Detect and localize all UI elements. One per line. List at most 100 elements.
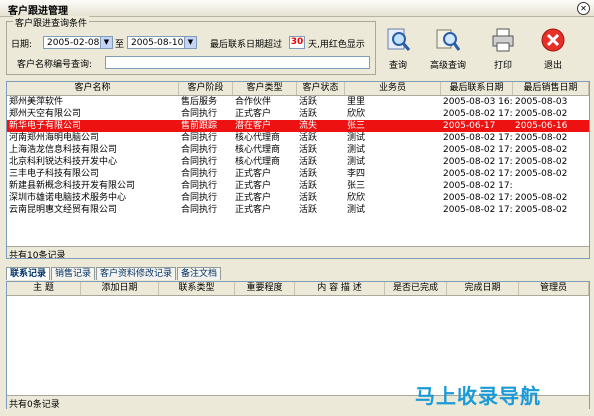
table-cell: 合同执行 [181, 133, 218, 143]
table-cell: 流失 [299, 121, 318, 131]
table-cell: 合同执行 [181, 109, 218, 119]
col-admin[interactable]: 管理员 [519, 282, 589, 295]
table-cell: 张三 [347, 181, 366, 191]
chevron-down-icon[interactable]: ▼ [100, 37, 112, 48]
advanced-search-button[interactable]: 高级查询 [426, 24, 470, 72]
table-cell: 李四 [347, 169, 366, 179]
table-cell: 合同执行 [181, 205, 218, 215]
table-cell: 2005-08-02 17:1 [443, 145, 513, 155]
table-row[interactable]: 云南昆明惠文经贸有限公司 合同执行 正式客户 活跃 测试 2005-08-02 17:1 2… [7, 204, 589, 216]
exit-icon [541, 28, 565, 52]
col-customer-name[interactable]: 客户名称 [7, 82, 179, 95]
col-salesman[interactable]: 业务员 [345, 82, 441, 95]
table-cell: 活跃 [299, 169, 318, 179]
col-stage[interactable]: 客户阶段 [179, 82, 233, 95]
table-row[interactable]: 新华电子有限公司 售前跟踪 潜在客户 流失 张三 2005-06-17 2005-06-16 [7, 120, 589, 132]
search-icon [387, 28, 411, 51]
table-row[interactable]: 三丰电子科技有限公司 合同执行 正式客户 活跃 李四 2005-08-02 17:0 200… [7, 168, 589, 180]
table-cell: 2005-08-02 17: [443, 181, 513, 191]
overdue-days-input[interactable]: 30 [289, 36, 305, 49]
table-cell: 郑州美萍软件 [9, 97, 64, 107]
table-cell: 2005-08-03 [515, 97, 568, 107]
table-cell: 2005-08-02 [515, 193, 568, 203]
tab-profile-changes[interactable]: 客户资料修改记录 [96, 267, 177, 280]
table-cell: 活跃 [299, 97, 318, 107]
table-cell: 测试 [347, 133, 366, 143]
table-row[interactable]: 深圳市雄诺电脑技术服务中心 合同执行 正式客户 活跃 欣欣 2005-08-02 17:1… [7, 192, 589, 204]
tab-contact-records[interactable]: 联系记录 [6, 267, 51, 280]
table-row[interactable]: 新建县新概念科技开发有限公司 合同执行 正式客户 活跃 张三 2005-08-02 17: [7, 180, 589, 192]
name-search-input[interactable] [105, 56, 370, 69]
table-row[interactable]: 郑州美萍软件 售后服务 合作伙伴 活跃 里里 2005-08-03 16:4 2005-08… [7, 96, 589, 108]
table-cell: 上海浩龙信息科技有限公司 [9, 145, 118, 155]
search-button[interactable]: 查询 [376, 24, 420, 72]
close-icon[interactable]: ✕ [577, 2, 590, 15]
table-cell: 活跃 [299, 205, 318, 215]
table-cell: 2005-08-02 17:1 [443, 193, 513, 203]
table-cell: 2005-08-02 [515, 205, 568, 215]
table-cell: 活跃 [299, 193, 318, 203]
print-button[interactable]: 打印 [481, 24, 525, 72]
to-label: 至 [115, 40, 125, 50]
table-cell: 正式客户 [235, 181, 272, 191]
table-cell: 活跃 [299, 133, 318, 143]
col-status[interactable]: 客户状态 [297, 82, 345, 95]
tab-sales-records[interactable]: 销售记录 [51, 267, 96, 280]
col-last-contact[interactable]: 最后联系日期 [441, 82, 513, 95]
table-cell: 合同执行 [181, 157, 218, 167]
table-cell: 郑州天空有限公司 [9, 109, 82, 119]
customer-grid-footer: 共有10条记录 [7, 246, 589, 258]
table-cell: 欣欣 [347, 193, 366, 203]
col-added-date[interactable]: 添加日期 [81, 282, 159, 295]
table-row[interactable]: 上海浩龙信息科技有限公司 合同执行 核心代理商 活跃 测试 2005-08-02 17:1… [7, 144, 589, 156]
table-row[interactable]: 北京科利锐达科技开发中心 合同执行 核心代理商 活跃 测试 2005-08-02 17:1… [7, 156, 589, 168]
tab-notes[interactable]: 备注文档 [177, 267, 222, 280]
exit-button-label: 退出 [543, 61, 562, 71]
date-from-picker[interactable]: 2005-02-08 ▼ [43, 36, 113, 49]
table-cell: 测试 [347, 145, 366, 155]
table-cell: 2005-08-02 [515, 157, 568, 167]
search-button-label: 查询 [388, 61, 407, 71]
table-cell: 合同执行 [181, 169, 218, 179]
customer-grid[interactable]: 客户名称 客户阶段 客户类型 客户状态 业务员 最后联系日期 最后销售日期 郑州… [6, 81, 590, 259]
printer-icon [492, 28, 514, 52]
table-cell: 核心代理商 [235, 133, 281, 143]
table-cell: 云南昆明惠文经贸有限公司 [9, 205, 118, 215]
table-cell: 新华电子有限公司 [9, 121, 82, 131]
table-cell: 张三 [347, 121, 366, 131]
col-contact-type[interactable]: 联系类型 [159, 282, 235, 295]
window-title: 客户跟进管理 [8, 6, 68, 17]
col-type[interactable]: 客户类型 [233, 82, 297, 95]
col-importance[interactable]: 重要程度 [235, 282, 295, 295]
table-cell: 里里 [347, 97, 366, 107]
table-row[interactable]: 河南郑州海明电脑公司 合同执行 核心代理商 活跃 测试 2005-08-02 17:1 20… [7, 132, 589, 144]
table-cell: 售后服务 [181, 97, 218, 107]
date-to-value: 2005-08-10 [131, 38, 184, 48]
chevron-down-icon[interactable]: ▼ [184, 37, 196, 48]
watermark-logo: 马上收录导航 [415, 384, 541, 408]
col-subject[interactable]: 主 题 [7, 282, 81, 295]
col-description[interactable]: 内 容 描 述 [295, 282, 385, 295]
name-search-label: 客户名称编号查询: [17, 60, 93, 70]
title-bar: 客户跟进管理 ✕ [0, 0, 594, 17]
exit-button[interactable]: 退出 [531, 24, 575, 72]
table-cell: 正式客户 [235, 193, 272, 203]
table-cell: 北京科利锐达科技开发中心 [9, 157, 118, 167]
table-cell: 测试 [347, 157, 366, 167]
overdue-label: 最后联系日期超过 [210, 40, 283, 50]
table-row[interactable]: 郑州天空有限公司 合同执行 正式客户 活跃 欣欣 2005-08-02 17:1 2005-… [7, 108, 589, 120]
contact-record-count: 共有0条记录 [9, 400, 60, 410]
table-cell: 潜在客户 [235, 121, 272, 131]
col-complete-date[interactable]: 完成日期 [447, 282, 519, 295]
table-cell: 2005-08-02 [515, 109, 568, 119]
table-cell: 2005-08-02 [515, 169, 568, 179]
table-cell: 合作伙伴 [235, 97, 272, 107]
date-to-picker[interactable]: 2005-08-10 ▼ [127, 36, 197, 49]
col-completed[interactable]: 是否已完成 [385, 282, 447, 295]
col-last-sale[interactable]: 最后销售日期 [513, 82, 589, 95]
table-cell: 活跃 [299, 145, 318, 155]
table-cell: 2005-08-02 17:0 [443, 169, 513, 179]
table-cell: 核心代理商 [235, 157, 281, 167]
table-cell: 2005-08-03 16:4 [443, 97, 513, 107]
table-cell: 正式客户 [235, 109, 272, 119]
